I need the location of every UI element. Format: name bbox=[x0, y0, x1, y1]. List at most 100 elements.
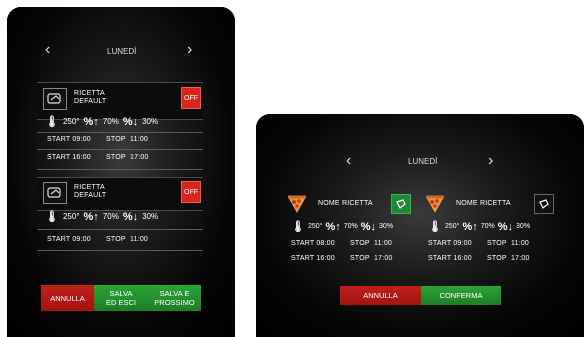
confirm-button[interactable]: CONFERMA bbox=[421, 286, 501, 305]
cancel-label: ANNULLA bbox=[50, 293, 85, 303]
humidity-down-icon: %↓ bbox=[497, 220, 514, 233]
humidity-down-icon: %↓ bbox=[122, 210, 139, 223]
recipe-stats-2: 🌡 250° %↑ 70% %↓ 30% bbox=[45, 210, 159, 224]
pizza-icon bbox=[286, 194, 308, 219]
humidity-down-icon: %↓ bbox=[360, 220, 377, 233]
slot-row[interactable]: START 08:00 bbox=[291, 240, 335, 247]
start-time: 09:00 bbox=[72, 136, 91, 143]
start-time: 09:00 bbox=[453, 240, 472, 247]
start-label: START bbox=[428, 255, 452, 262]
slot-row[interactable]: START 09:00 bbox=[47, 136, 91, 143]
save-next-button[interactable]: SALVA E PROSSIMO bbox=[148, 285, 201, 311]
chevron-right-icon[interactable]: › bbox=[187, 42, 192, 58]
save-next-label-1: SALVA E bbox=[159, 289, 190, 298]
start-time: 08:00 bbox=[316, 240, 335, 247]
cancel-button[interactable]: ANNULLA bbox=[41, 285, 94, 311]
chevron-right-icon[interactable]: › bbox=[488, 153, 493, 169]
recipe-name-line2: DEFAULT bbox=[74, 192, 107, 199]
thermometer-icon: 🌡 bbox=[45, 211, 59, 223]
stop-label: STOP bbox=[106, 154, 126, 161]
thermometer-icon: 🌡 bbox=[45, 116, 59, 128]
stop-time: 11:00 bbox=[374, 240, 393, 247]
slot-row[interactable]: START 16:00 bbox=[47, 154, 91, 161]
divider bbox=[37, 132, 203, 133]
start-time: 16:00 bbox=[453, 255, 472, 262]
slot-row[interactable]: STOP 11:00 bbox=[106, 136, 148, 143]
humidity-up-value: 70% bbox=[343, 223, 358, 230]
recipe-name-line2: DEFAULT bbox=[74, 98, 107, 105]
stop-time: 11:00 bbox=[130, 236, 149, 243]
humidity-up-icon: %↑ bbox=[83, 210, 99, 223]
stop-label: STOP bbox=[487, 255, 507, 262]
day-title: LUNEDÌ bbox=[107, 47, 137, 56]
save-exit-label-1: SALVA bbox=[109, 289, 133, 298]
chevron-left-icon[interactable]: ‹ bbox=[346, 153, 351, 169]
start-time: 16:00 bbox=[72, 154, 91, 161]
slot-row[interactable]: STOP 17:00 bbox=[106, 154, 149, 161]
humidity-down-icon: %↓ bbox=[122, 115, 139, 128]
slot-row[interactable]: STOP 17:00 bbox=[350, 255, 393, 262]
stop-time: 17:00 bbox=[374, 255, 393, 262]
recipe-name-line1: RICETTA bbox=[74, 90, 105, 97]
temperature-value: 250° bbox=[307, 223, 323, 230]
humidity-up-icon: %↑ bbox=[83, 115, 99, 128]
slot-row[interactable]: START 09:00 bbox=[428, 240, 472, 247]
slot-row[interactable]: STOP 11:00 bbox=[106, 236, 148, 243]
humidity-down-value: 30% bbox=[142, 117, 159, 126]
slot-row[interactable]: STOP 11:00 bbox=[350, 240, 392, 247]
stop-time: 17:00 bbox=[511, 255, 530, 262]
stop-time: 11:00 bbox=[130, 136, 149, 143]
start-label: START bbox=[47, 154, 71, 161]
divider bbox=[37, 250, 203, 251]
day-title: LUNEDÌ bbox=[408, 157, 438, 166]
save-next-label-2: PROSSIMO bbox=[154, 298, 195, 307]
divider bbox=[37, 229, 203, 230]
start-time: 16:00 bbox=[316, 255, 335, 262]
cancel-button[interactable]: ANNULLA bbox=[340, 286, 421, 305]
slot-row[interactable]: STOP 11:00 bbox=[487, 240, 529, 247]
stop-label: STOP bbox=[350, 255, 370, 262]
temperature-value: 250° bbox=[62, 212, 80, 221]
start-label: START bbox=[47, 136, 71, 143]
start-label: START bbox=[428, 240, 452, 247]
humidity-up-icon: %↑ bbox=[462, 220, 478, 233]
humidity-up-icon: %↑ bbox=[325, 220, 341, 233]
confirm-label: CONFERMA bbox=[439, 291, 483, 300]
stop-label: STOP bbox=[350, 240, 370, 247]
humidity-up-value: 70% bbox=[102, 117, 119, 126]
recipe-icon[interactable] bbox=[43, 88, 67, 110]
slot-row[interactable]: START 09:00 bbox=[47, 236, 91, 243]
humidity-up-value: 70% bbox=[102, 212, 119, 221]
recipe-icon[interactable] bbox=[534, 194, 554, 214]
recipe-icon[interactable] bbox=[43, 182, 67, 204]
save-exit-button[interactable]: SALVA ED ESCI bbox=[94, 285, 148, 311]
stop-label: STOP bbox=[106, 136, 126, 143]
off-toggle-button[interactable]: OFF bbox=[181, 87, 201, 109]
portrait-device: ‹ LUNEDÌ › RICETTA DEFAULT OFF 🌡 250° %↑… bbox=[7, 7, 235, 337]
humidity-down-value: 30% bbox=[142, 212, 159, 221]
temperature-value: 250° bbox=[444, 223, 460, 230]
thermometer-icon: 🌡 bbox=[428, 221, 442, 233]
humidity-down-value: 30% bbox=[379, 223, 394, 230]
slot-row[interactable]: STOP 17:00 bbox=[487, 255, 530, 262]
humidity-down-value: 30% bbox=[516, 223, 531, 230]
stop-label: STOP bbox=[106, 236, 126, 243]
chevron-left-icon[interactable]: ‹ bbox=[45, 42, 50, 58]
stop-time: 11:00 bbox=[511, 240, 530, 247]
recipe-icon[interactable] bbox=[391, 194, 411, 214]
off-toggle-button[interactable]: OFF bbox=[181, 181, 201, 203]
slot-row[interactable]: START 16:00 bbox=[291, 255, 335, 262]
recipe-name: NOME RICETTA bbox=[318, 200, 373, 207]
divider bbox=[37, 149, 203, 150]
start-label: START bbox=[291, 240, 315, 247]
save-exit-label-2: ED ESCI bbox=[105, 298, 136, 307]
humidity-up-value: 70% bbox=[480, 223, 495, 230]
recipe-name: NOME RICETTA bbox=[456, 200, 511, 207]
start-label: START bbox=[291, 255, 315, 262]
start-time: 09:00 bbox=[72, 236, 91, 243]
cancel-label: ANNULLA bbox=[363, 291, 398, 300]
landscape-device: ‹ LUNEDÌ › NOME RICETTA 🌡 250° %↑ 70% %↓… bbox=[256, 114, 584, 337]
recipe-name-line1: RICETTA bbox=[74, 184, 105, 191]
stop-label: STOP bbox=[487, 240, 507, 247]
slot-row[interactable]: START 16:00 bbox=[428, 255, 472, 262]
